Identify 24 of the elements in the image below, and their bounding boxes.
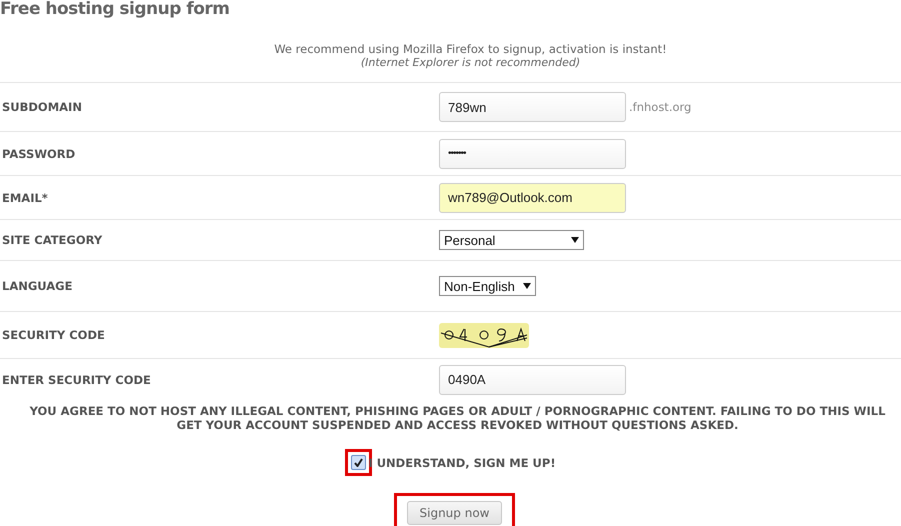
browser-notice: We recommend using Mozilla Firefox to signup, activation is instant!: [274, 42, 667, 56]
signup-button[interactable]: Signup now: [406, 501, 502, 525]
page-title: Free hosting signup form: [0, 0, 231, 18]
dropdown[interactable]: Non-English: [439, 276, 536, 296]
domain-suffix: .fnhost.org: [629, 100, 692, 114]
dropdown[interactable]: Personal: [439, 230, 584, 250]
field-label: ENTER SECURITY CODE: [1, 372, 152, 386]
terms-text: YOU AGREE TO NOT HOST ANY ILLEGAL CONTENT, PHISHING PAGES OR ADULT / PORNOGRAPHIC CONTENT. FAILING TO DO THIS WILL GET YOUR ACCOUNT SUSPENDED AND ACCESS REVOKED WITHOUT QUESTIONS ASKED.: [28, 404, 886, 432]
checkmark-icon: [354, 458, 364, 467]
input-field[interactable]: wn789@Outlook.com: [439, 182, 626, 212]
browser-note: (Internet Explorer is not recommended): [360, 56, 580, 69]
field-label: PASSWORD: [1, 146, 76, 160]
input-field[interactable]: 0490A: [439, 364, 626, 394]
caret-icon: [523, 283, 531, 289]
input-field[interactable]: 789wn: [439, 92, 626, 122]
field-label: SUBDOMAIN: [1, 100, 83, 114]
field-label: LANGUAGE: [1, 279, 74, 293]
field-label: SITE CATEGORY: [1, 233, 104, 247]
checkbox-label: I UNDERSTAND, SIGN ME UP!: [368, 456, 556, 470]
password-field[interactable]: •••••••: [439, 138, 626, 168]
field-label: SECURITY CODE: [1, 328, 106, 342]
caret-icon: [571, 237, 579, 243]
checkbox[interactable]: [351, 455, 366, 470]
field-label: EMAIL*: [1, 190, 49, 204]
